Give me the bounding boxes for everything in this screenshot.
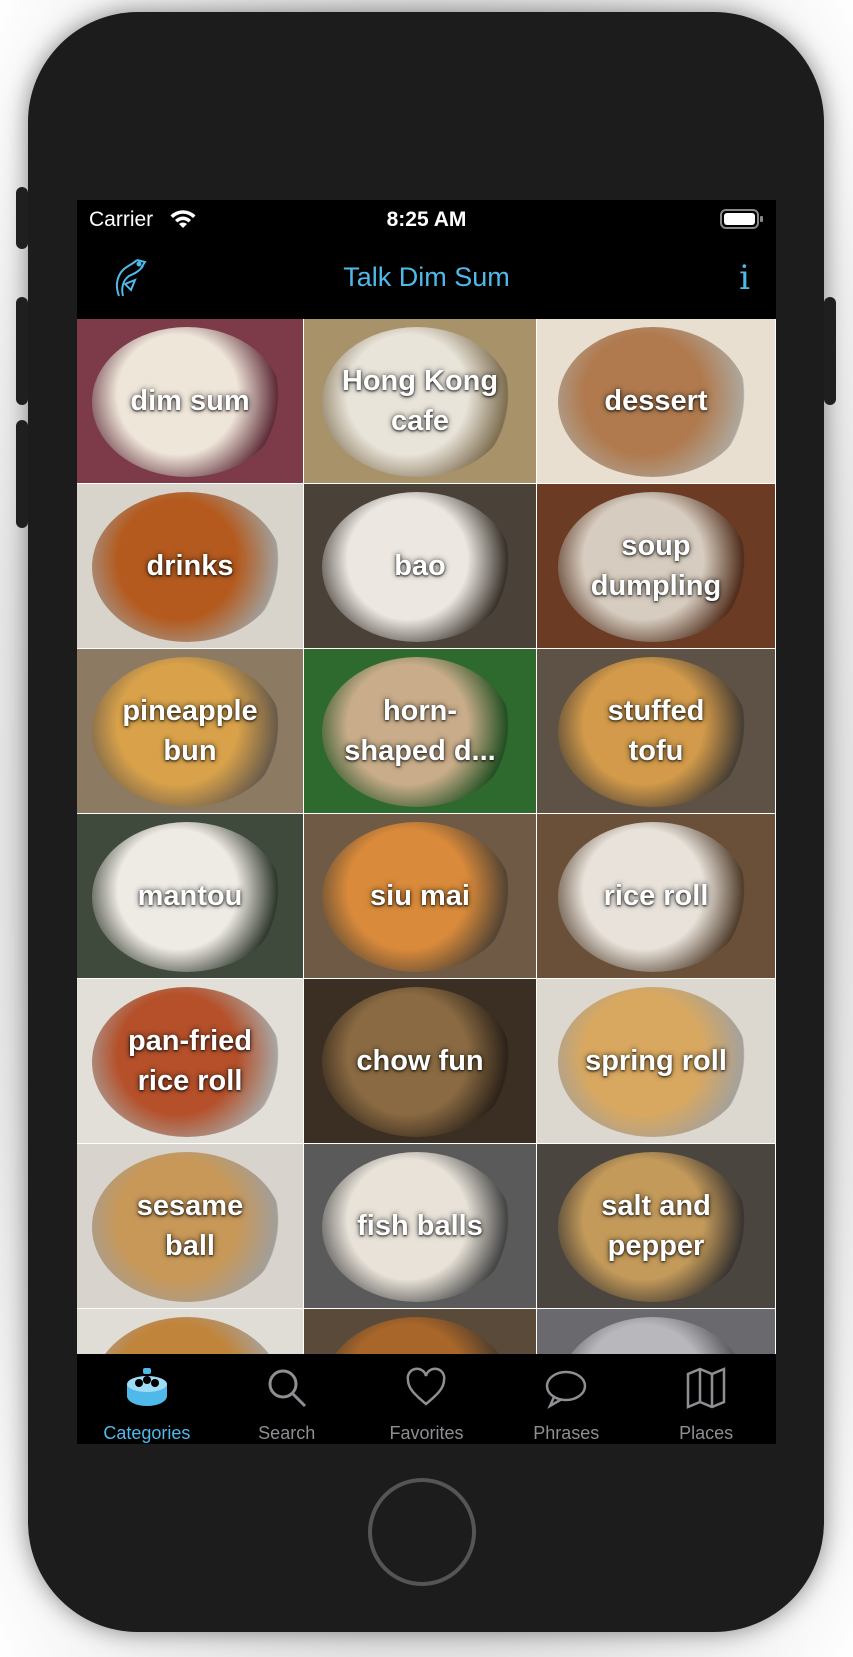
speech-bubble-icon — [544, 1366, 588, 1423]
page-title: Talk Dim Sum — [343, 262, 510, 292]
category-label: dessert — [604, 385, 708, 417]
category-label: drinks — [146, 550, 234, 582]
status-bar: Carrier 8:25 AM — [77, 200, 776, 240]
tab-label: Search — [258, 1423, 316, 1443]
category-label: salt and pepper — [601, 1190, 711, 1262]
category-tile[interactable]: fish balls — [304, 1144, 537, 1309]
category-tile[interactable]: sesame ball — [77, 1144, 304, 1309]
tab-categories[interactable]: Categories — [77, 1354, 217, 1444]
category-tile[interactable]: siu mai — [304, 814, 537, 979]
tab-label: Phrases — [533, 1423, 600, 1443]
battery-icon — [720, 208, 764, 236]
food-photo — [558, 1317, 748, 1354]
category-label: spring roll — [585, 1045, 727, 1077]
tab-phrases[interactable]: Phrases — [496, 1354, 636, 1444]
category-tile[interactable]: spring roll — [537, 979, 776, 1144]
food-photo — [322, 1317, 512, 1354]
category-label: stuffed tofu — [607, 695, 705, 767]
category-label: rice roll — [603, 880, 709, 912]
category-label: mantou — [137, 880, 243, 912]
mute-switch — [16, 187, 28, 249]
category-tile[interactable] — [537, 1309, 776, 1354]
category-label: soup dumpling — [590, 530, 722, 602]
category-label: horn- shaped d... — [344, 695, 496, 767]
category-label: siu mai — [370, 880, 470, 912]
navigation-bar: Talk Dim Sum i — [77, 240, 776, 319]
category-label: Hong Kong cafe — [341, 365, 499, 437]
category-tile[interactable]: dim sum — [77, 319, 304, 484]
category-label: dim sum — [130, 385, 250, 417]
category-label: pineapple bun — [122, 695, 258, 767]
category-label: sesame ball — [136, 1190, 244, 1262]
tab-search[interactable]: Search — [217, 1354, 357, 1444]
category-tile[interactable]: soup dumpling — [537, 484, 776, 649]
category-tile[interactable]: drinks — [77, 484, 304, 649]
tab-label: Places — [679, 1423, 734, 1443]
screen: Carrier 8:25 AM Talk Dim Sum i dim sum Ho… — [77, 200, 776, 1444]
category-tile[interactable]: dessert — [537, 319, 776, 484]
tab-label: Categories — [103, 1423, 191, 1443]
heart-icon — [404, 1366, 448, 1423]
category-label: pan-fried rice roll — [127, 1025, 253, 1097]
search-icon — [265, 1366, 309, 1423]
category-tile[interactable]: pineapple bun — [77, 649, 304, 814]
category-label: bao — [394, 550, 446, 582]
category-tile[interactable]: mantou — [77, 814, 304, 979]
volume-down-button — [16, 420, 28, 528]
category-label: chow fun — [356, 1045, 484, 1077]
power-button — [824, 297, 836, 405]
category-tile[interactable]: stuffed tofu — [537, 649, 776, 814]
category-tile[interactable] — [77, 1309, 304, 1354]
category-tile[interactable]: chow fun — [304, 979, 537, 1144]
category-label: fish balls — [357, 1210, 483, 1242]
tab-label: Favorites — [389, 1423, 464, 1443]
info-button[interactable]: i — [739, 258, 750, 298]
home-button[interactable] — [368, 1478, 476, 1586]
category-tile[interactable]: Hong Kong cafe — [304, 319, 537, 484]
category-tile[interactable]: rice roll — [537, 814, 776, 979]
category-tile[interactable] — [304, 1309, 537, 1354]
map-icon — [684, 1366, 728, 1423]
food-photo — [92, 1317, 282, 1354]
category-grid: dim sum Hong Kong cafe dessert drinks bao sou… — [77, 319, 776, 1354]
category-tile[interactable]: bao — [304, 484, 537, 649]
volume-up-button — [16, 297, 28, 405]
tab-places[interactable]: Places — [636, 1354, 776, 1444]
dim-sum-basket-icon — [125, 1366, 169, 1423]
category-tile[interactable]: salt and pepper — [537, 1144, 776, 1309]
tab-favorites[interactable]: Favorites — [357, 1354, 497, 1444]
category-tile[interactable]: horn- shaped d... — [304, 649, 537, 814]
category-tile[interactable]: pan-fried rice roll — [77, 979, 304, 1144]
tab-bar: Categories Search Favorites Phrases Places — [77, 1354, 776, 1444]
clock: 8:25 AM — [386, 208, 467, 231]
